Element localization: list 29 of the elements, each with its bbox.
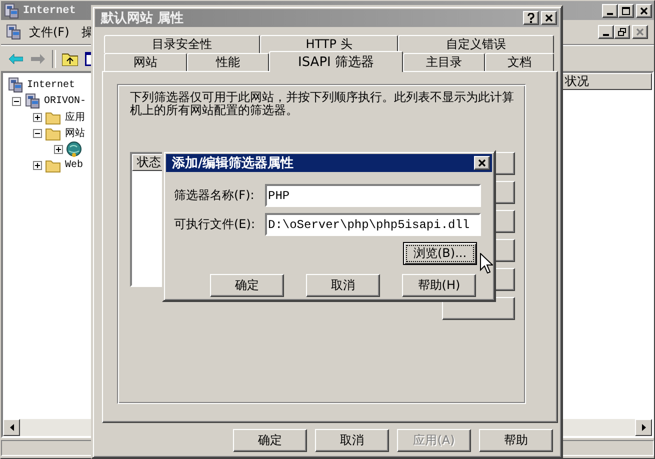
field-label: 筛选器名称(F): <box>174 187 256 204</box>
tree-item[interactable]: 网站 <box>65 126 85 140</box>
dialog-button[interactable]: 确定 <box>210 274 284 297</box>
browse-button[interactable]: 浏览(B)... <box>403 242 477 265</box>
window-title: Internet <box>23 4 76 16</box>
dialog-button[interactable]: 确定 <box>233 429 307 452</box>
tab[interactable]: 性能 <box>187 53 269 71</box>
column-header[interactable]: 状况 <box>562 73 652 90</box>
tab[interactable]: 文档 <box>485 53 554 71</box>
tab[interactable]: 自定义错误 <box>398 35 554 53</box>
input-field[interactable]: PHP <box>265 184 481 207</box>
dialog-button[interactable]: 帮助(H) <box>402 274 476 297</box>
input-field[interactable]: D:\oServer\php\php5isapi.dll <box>265 213 481 236</box>
tab[interactable]: 主目录 <box>403 53 485 71</box>
tree-item[interactable]: Internet <box>27 80 76 90</box>
dialog-button[interactable]: 取消 <box>306 274 380 297</box>
tree-item[interactable]: 应用 <box>65 110 85 124</box>
menu-item[interactable]: 文件(F) <box>29 24 70 40</box>
field-label: 可执行文件(E): <box>174 216 256 233</box>
tree-item[interactable]: Web <box>65 160 84 170</box>
tab[interactable]: 网站 <box>104 53 187 71</box>
dialog-title: 默认网站 属性 <box>101 10 184 27</box>
tab[interactable]: 目录安全性 <box>104 35 260 53</box>
tree-item[interactable]: ORIVON- <box>44 96 86 106</box>
dialog-button[interactable]: 帮助 <box>479 429 553 452</box>
description-text: 下列筛选器仅可用于此网站，并按下列顺序执行。此列表不显示为此计算机上的所有网站配置的筛选器。 <box>130 91 515 117</box>
tab[interactable]: ISAPI 筛选器 <box>269 51 403 72</box>
tab[interactable]: HTTP 头 <box>260 35 398 53</box>
dialog-button[interactable]: 取消 <box>315 429 389 452</box>
